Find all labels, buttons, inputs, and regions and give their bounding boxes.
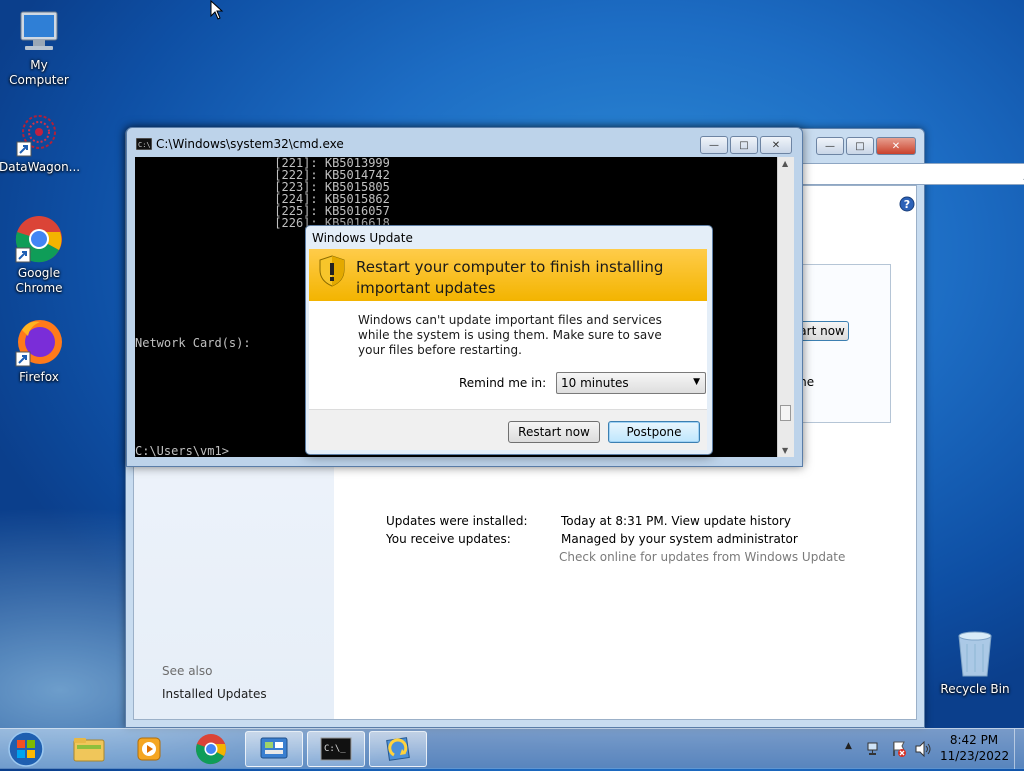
start-button[interactable] bbox=[6, 730, 46, 768]
dialog-body: Restart your computer to finish installi… bbox=[309, 249, 707, 409]
taskbar-control-panel[interactable] bbox=[245, 731, 303, 767]
svg-text:?: ? bbox=[904, 198, 910, 211]
restart-now-button[interactable]: Restart now bbox=[508, 421, 600, 443]
window-caption-buttons: — □ ✕ bbox=[816, 137, 916, 155]
taskbar: C:\_ ▲ bbox=[0, 728, 1024, 769]
clock-date: 11/23/2022 bbox=[940, 749, 1010, 763]
desktop-icon-recycle-bin[interactable]: Recycle Bin bbox=[935, 630, 1015, 697]
svg-text:C:\_: C:\_ bbox=[324, 744, 346, 754]
windows-update-dialog: Windows Update Restart your computer to … bbox=[305, 225, 713, 455]
warning-shield-icon bbox=[319, 255, 345, 287]
clock-time: 8:42 PM bbox=[949, 733, 999, 747]
volume-icon[interactable] bbox=[914, 741, 932, 757]
desktop-icon-datawagon[interactable]: DataWagon... bbox=[0, 110, 81, 175]
cmd-caption-buttons: — □ ✕ bbox=[700, 136, 792, 154]
desktop-icon-chrome[interactable]: Google Chrome bbox=[0, 214, 79, 296]
action-center-flag-icon[interactable] bbox=[891, 740, 907, 758]
close-button[interactable]: ✕ bbox=[760, 136, 792, 154]
chrome-icon bbox=[196, 734, 226, 765]
desktop-icon-label: Firefox bbox=[19, 370, 59, 384]
close-button[interactable]: ✕ bbox=[876, 137, 916, 155]
computer-icon bbox=[20, 11, 58, 50]
desktop-icon-label: My Computer bbox=[9, 58, 69, 87]
dialog-title: Windows Update bbox=[312, 231, 413, 245]
remind-label: Remind me in: bbox=[459, 376, 547, 390]
show-desktop-button[interactable] bbox=[1014, 729, 1024, 769]
windows-logo-icon bbox=[8, 731, 44, 767]
scroll-down-arrow-icon[interactable]: ▼ bbox=[782, 446, 788, 455]
datawagon-icon bbox=[16, 115, 56, 157]
firefox-icon bbox=[15, 320, 62, 367]
dialog-banner: Restart your computer to finish installi… bbox=[309, 249, 707, 301]
installed-updates-link[interactable]: Installed Updates bbox=[162, 687, 267, 701]
chrome-icon bbox=[15, 216, 62, 263]
media-player-icon bbox=[137, 737, 161, 761]
updates-installed-label: Updates were installed: bbox=[386, 514, 528, 528]
cmd-scrollbar[interactable]: ▲ ▼ bbox=[777, 157, 794, 457]
help-icon[interactable]: ? bbox=[899, 196, 915, 212]
check-online-link[interactable]: Check online for updates from Windows Up… bbox=[559, 550, 845, 564]
recycle-bin-icon bbox=[958, 631, 992, 677]
receive-updates-label: You receive updates: bbox=[386, 532, 511, 546]
dialog-message: Windows can't update important files and… bbox=[358, 313, 662, 357]
minimize-button[interactable]: — bbox=[816, 137, 844, 155]
remind-dropdown[interactable]: 10 minutes ▼ bbox=[556, 372, 706, 394]
maximize-button[interactable]: □ bbox=[730, 136, 758, 154]
dialog-footer: Restart now Postpone bbox=[309, 409, 707, 450]
search-box[interactable] bbox=[802, 163, 1024, 185]
remind-dropdown-value: 10 minutes bbox=[561, 376, 629, 390]
desktop-icon-my-computer[interactable]: My Computer bbox=[0, 8, 79, 88]
cmd-prompt: C:\Users\vm1> bbox=[135, 444, 229, 457]
cmd-icon: C:\_ bbox=[320, 737, 352, 761]
minimize-button[interactable]: — bbox=[700, 136, 728, 154]
desktop-icon-label: Google Chrome bbox=[15, 266, 63, 295]
desktop-icon-label: Recycle Bin bbox=[940, 682, 1010, 696]
postpone-button[interactable]: Postpone bbox=[608, 421, 700, 443]
mouse-cursor-icon bbox=[210, 0, 224, 20]
cmd-icon: C:\ bbox=[136, 138, 152, 150]
see-also-label: See also bbox=[162, 664, 213, 678]
taskbar-clock[interactable]: 8:42 PM 11/23/2022 bbox=[940, 732, 1010, 764]
chevron-down-icon: ▼ bbox=[693, 377, 700, 387]
cmd-title: C:\Windows\system32\cmd.exe bbox=[156, 137, 344, 151]
maximize-button[interactable]: □ bbox=[846, 137, 874, 155]
taskbar-chrome[interactable] bbox=[182, 731, 240, 767]
svg-text:C:\: C:\ bbox=[138, 141, 151, 149]
show-hidden-icons-button[interactable]: ▲ bbox=[845, 741, 852, 751]
desktop-icon-label: DataWagon... bbox=[0, 160, 81, 174]
folder-icon bbox=[73, 738, 105, 762]
network-icon[interactable] bbox=[866, 741, 882, 757]
taskbar-windows-update[interactable] bbox=[369, 731, 427, 767]
scroll-thumb[interactable] bbox=[780, 405, 791, 421]
updates-installed-value: Today at 8:31 PM. View update history bbox=[561, 514, 792, 528]
taskbar-media-player[interactable] bbox=[120, 731, 178, 767]
taskbar-explorer[interactable] bbox=[60, 731, 118, 767]
cmd-network-line: Network Card(s): bbox=[135, 336, 251, 350]
desktop-icon-firefox[interactable]: Firefox bbox=[0, 318, 79, 385]
windows-update-icon bbox=[386, 737, 410, 761]
taskbar-cmd[interactable]: C:\_ bbox=[307, 731, 365, 767]
dialog-heading: Restart your computer to finish installi… bbox=[356, 258, 664, 297]
control-panel-icon bbox=[260, 737, 288, 759]
scroll-up-arrow-icon[interactable]: ▲ bbox=[782, 159, 788, 168]
receive-updates-value: Managed by your system administrator bbox=[561, 532, 798, 546]
